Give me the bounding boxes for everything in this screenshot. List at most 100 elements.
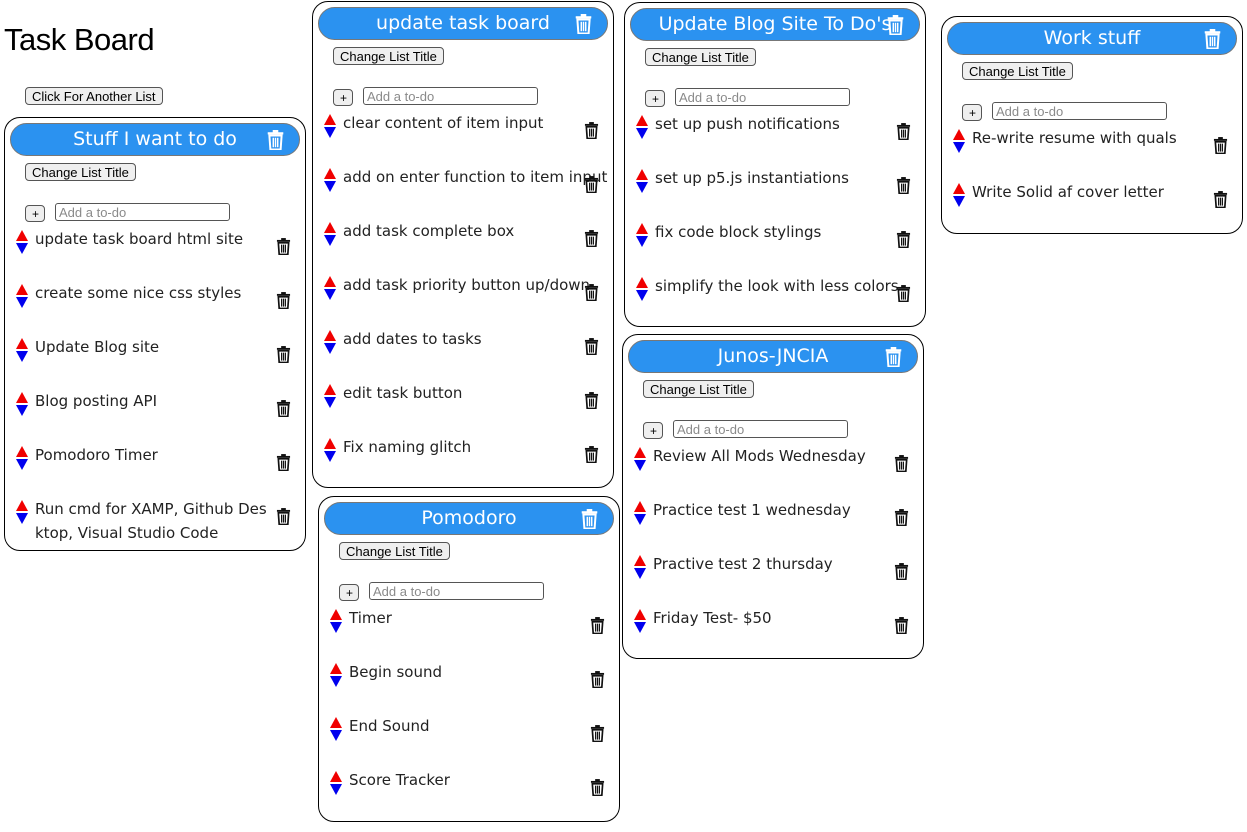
add-todo-button[interactable]: + (645, 90, 665, 107)
add-todo-button[interactable]: + (643, 422, 663, 439)
arrow-up-icon[interactable] (634, 555, 646, 566)
arrow-down-icon[interactable] (636, 236, 648, 247)
change-list-title-button[interactable]: Change List Title (962, 62, 1073, 80)
delete-task-trash-icon[interactable] (894, 617, 909, 634)
delete-task-trash-icon[interactable] (276, 292, 291, 309)
arrow-down-icon[interactable] (636, 182, 648, 193)
arrow-down-icon[interactable] (324, 343, 336, 354)
arrow-down-icon[interactable] (330, 676, 342, 687)
arrow-up-icon[interactable] (324, 276, 336, 287)
arrow-up-icon[interactable] (324, 438, 336, 449)
delete-task-trash-icon[interactable] (276, 238, 291, 255)
arrow-down-icon[interactable] (634, 460, 646, 471)
add-list-button[interactable]: Click For Another List (25, 87, 163, 105)
arrow-down-icon[interactable] (16, 513, 28, 524)
delete-task-trash-icon[interactable] (276, 508, 291, 525)
arrow-up-icon[interactable] (16, 500, 28, 511)
arrow-down-icon[interactable] (634, 514, 646, 525)
arrow-down-icon[interactable] (16, 459, 28, 470)
arrow-up-icon[interactable] (324, 384, 336, 395)
arrow-up-icon[interactable] (634, 609, 646, 620)
arrow-up-icon[interactable] (330, 663, 342, 674)
delete-task-trash-icon[interactable] (894, 455, 909, 472)
delete-task-trash-icon[interactable] (896, 231, 911, 248)
delete-task-trash-icon[interactable] (590, 617, 605, 634)
delete-list-trash-icon[interactable] (884, 347, 903, 367)
add-todo-button[interactable]: + (333, 89, 353, 106)
arrow-down-icon[interactable] (16, 351, 28, 362)
arrow-up-icon[interactable] (324, 168, 336, 179)
add-todo-button[interactable]: + (25, 205, 45, 222)
arrow-up-icon[interactable] (16, 338, 28, 349)
arrow-down-icon[interactable] (324, 127, 336, 138)
arrow-down-icon[interactable] (953, 196, 965, 207)
delete-task-trash-icon[interactable] (584, 230, 599, 247)
delete-task-trash-icon[interactable] (894, 509, 909, 526)
delete-task-trash-icon[interactable] (1213, 137, 1228, 154)
add-todo-button[interactable]: + (339, 584, 359, 601)
add-todo-input[interactable] (369, 582, 544, 600)
delete-task-trash-icon[interactable] (584, 176, 599, 193)
delete-task-trash-icon[interactable] (894, 563, 909, 580)
delete-task-trash-icon[interactable] (896, 285, 911, 302)
arrow-down-icon[interactable] (16, 243, 28, 254)
add-todo-input[interactable] (673, 420, 848, 438)
change-list-title-button[interactable]: Change List Title (333, 47, 444, 65)
arrow-down-icon[interactable] (324, 397, 336, 408)
add-todo-input[interactable] (675, 88, 850, 106)
arrow-up-icon[interactable] (16, 392, 28, 403)
arrow-up-icon[interactable] (636, 115, 648, 126)
arrow-up-icon[interactable] (636, 169, 648, 180)
arrow-down-icon[interactable] (324, 181, 336, 192)
delete-list-trash-icon[interactable] (574, 14, 593, 34)
delete-list-trash-icon[interactable] (266, 130, 285, 150)
change-list-title-button[interactable]: Change List Title (339, 542, 450, 560)
arrow-down-icon[interactable] (330, 622, 342, 633)
arrow-down-icon[interactable] (330, 730, 342, 741)
delete-task-trash-icon[interactable] (590, 725, 605, 742)
arrow-down-icon[interactable] (634, 568, 646, 579)
arrow-down-icon[interactable] (636, 290, 648, 301)
delete-task-trash-icon[interactable] (590, 671, 605, 688)
add-todo-input[interactable] (992, 102, 1167, 120)
delete-list-trash-icon[interactable] (886, 15, 905, 35)
delete-task-trash-icon[interactable] (584, 122, 599, 139)
arrow-down-icon[interactable] (16, 405, 28, 416)
change-list-title-button[interactable]: Change List Title (643, 380, 754, 398)
delete-task-trash-icon[interactable] (584, 446, 599, 463)
arrow-down-icon[interactable] (953, 142, 965, 153)
delete-task-trash-icon[interactable] (276, 454, 291, 471)
arrow-down-icon[interactable] (330, 784, 342, 795)
delete-task-trash-icon[interactable] (896, 123, 911, 140)
arrow-up-icon[interactable] (324, 222, 336, 233)
arrow-down-icon[interactable] (324, 289, 336, 300)
add-todo-input[interactable] (55, 203, 230, 221)
arrow-up-icon[interactable] (16, 284, 28, 295)
arrow-down-icon[interactable] (634, 622, 646, 633)
arrow-down-icon[interactable] (324, 235, 336, 246)
delete-task-trash-icon[interactable] (896, 177, 911, 194)
arrow-up-icon[interactable] (636, 223, 648, 234)
delete-task-trash-icon[interactable] (584, 284, 599, 301)
arrow-up-icon[interactable] (330, 717, 342, 728)
arrow-down-icon[interactable] (16, 297, 28, 308)
delete-task-trash-icon[interactable] (590, 779, 605, 796)
delete-task-trash-icon[interactable] (1213, 191, 1228, 208)
add-todo-input[interactable] (363, 87, 538, 105)
delete-task-trash-icon[interactable] (584, 338, 599, 355)
arrow-up-icon[interactable] (330, 609, 342, 620)
add-todo-button[interactable]: + (962, 104, 982, 121)
arrow-up-icon[interactable] (16, 230, 28, 241)
arrow-up-icon[interactable] (953, 129, 965, 140)
arrow-up-icon[interactable] (636, 277, 648, 288)
arrow-up-icon[interactable] (324, 114, 336, 125)
delete-list-trash-icon[interactable] (580, 509, 599, 529)
arrow-up-icon[interactable] (330, 771, 342, 782)
arrow-down-icon[interactable] (324, 451, 336, 462)
arrow-up-icon[interactable] (634, 447, 646, 458)
change-list-title-button[interactable]: Change List Title (25, 163, 136, 181)
delete-task-trash-icon[interactable] (276, 346, 291, 363)
arrow-up-icon[interactable] (634, 501, 646, 512)
delete-task-trash-icon[interactable] (276, 400, 291, 417)
arrow-up-icon[interactable] (16, 446, 28, 457)
